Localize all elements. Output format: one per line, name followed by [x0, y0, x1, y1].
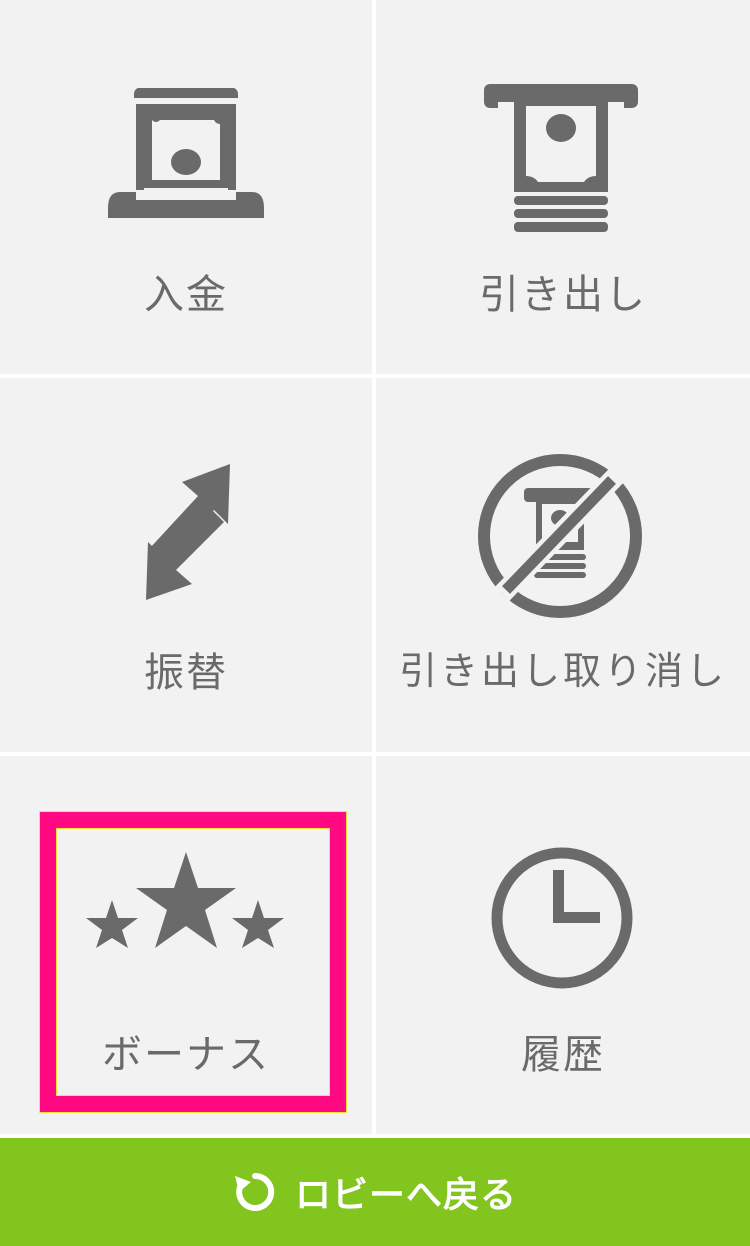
transfer-arrows-icon: [146, 464, 230, 600]
withdraw-label: 引き出し: [479, 272, 647, 318]
history-tile[interactable]: 履歴: [376, 756, 750, 1134]
history-label: 履歴: [521, 1032, 605, 1078]
deposit-label: 入金: [144, 272, 228, 318]
clock-icon: [491, 847, 633, 989]
stars-icon: [86, 852, 284, 948]
transfer-label: 振替: [144, 650, 228, 696]
bonus-label: ボーナス: [102, 1032, 270, 1078]
menu-grid: 入金 引き出し 振替 引き出し取り消し ボーナス 履歴: [0, 0, 750, 1134]
cancel-withdraw-label: 引き出し取り消し: [398, 649, 727, 693]
cash-insert-icon: [108, 88, 264, 218]
bonus-tile[interactable]: ボーナス: [0, 756, 372, 1134]
back-to-lobby-button[interactable]: ロビーへ戻る: [0, 1138, 750, 1246]
transfer-tile[interactable]: 振替: [0, 378, 372, 752]
withdraw-tile[interactable]: 引き出し: [376, 0, 750, 374]
cancel-withdraw-tile[interactable]: 引き出し取り消し: [376, 378, 750, 752]
cancel-withdraw-icon: [478, 454, 642, 618]
back-to-lobby-label: ロビーへ戻る: [294, 1175, 517, 1216]
deposit-tile[interactable]: 入金: [0, 0, 372, 374]
cash-withdraw-icon: [484, 84, 638, 232]
refresh-icon: [234, 1172, 275, 1211]
